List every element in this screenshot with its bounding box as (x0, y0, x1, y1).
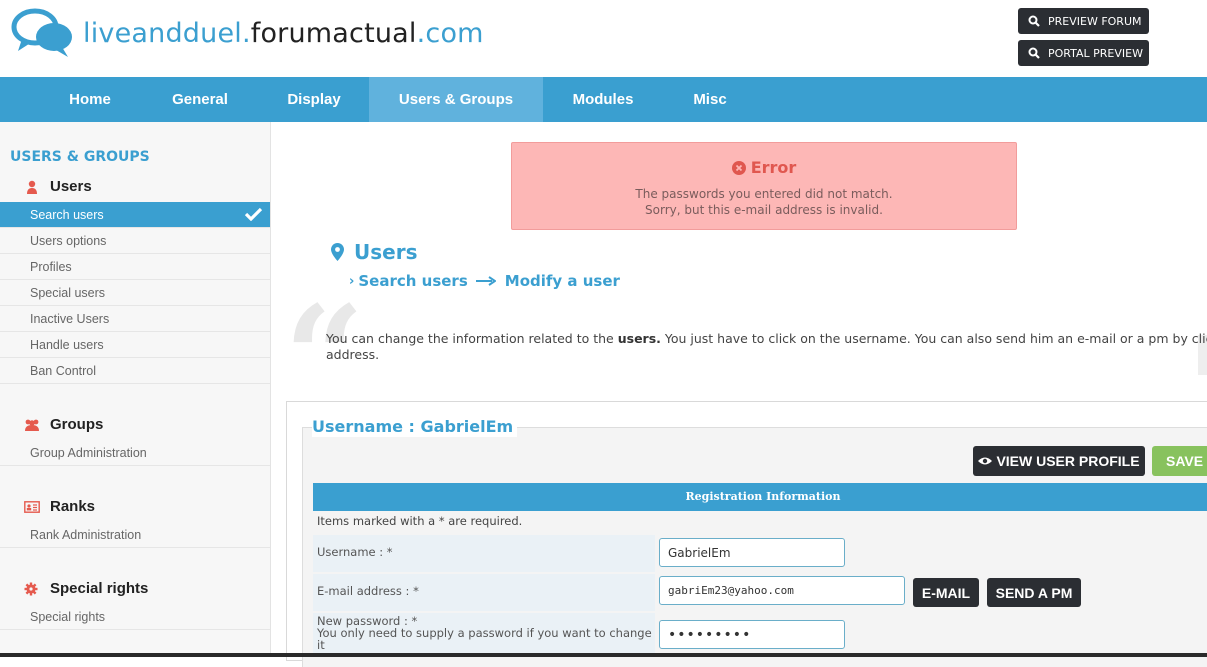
sidebar-heading-special-rights: Special rights (24, 580, 148, 597)
page-description: You can change the information related t… (326, 331, 1207, 363)
password-label-cell: New password : * You only need to supply… (313, 613, 655, 657)
site-logo-text[interactable]: liveandduel.forumactual.com (83, 18, 484, 49)
users-icon (25, 419, 39, 431)
portal-preview-button[interactable]: PORTAL PREVIEW (1018, 40, 1149, 66)
error-message: Sorry, but this e-mail address is invali… (645, 203, 883, 217)
logo-part-tld: .com (416, 18, 484, 49)
sidebar-item-special-users[interactable]: Special users (0, 280, 270, 306)
sidebar-item-handle-users[interactable]: Handle users (0, 332, 270, 358)
nav-tab-display[interactable]: Display (274, 77, 354, 122)
sidebar-title: USERS & GROUPS (10, 149, 150, 165)
sidebar: USERS & GROUPS Users Search users Users … (0, 122, 271, 657)
eye-icon (978, 457, 993, 465)
password-hint: You only need to supply a password if yo… (317, 626, 652, 652)
view-user-profile-label: VIEW USER PROFILE (996, 453, 1140, 469)
sidebar-item-ban-control[interactable]: Ban Control (0, 358, 270, 384)
sidebar-item-profiles[interactable]: Profiles (0, 254, 270, 280)
email-label: E-mail address : * (313, 574, 655, 611)
main-nav: Home General Display Users & Groups Modu… (0, 77, 1207, 122)
sidebar-item-label: Search users (30, 208, 104, 222)
logo-part-subdomain: liveandduel. (83, 18, 251, 49)
error-title-label: Error (750, 158, 797, 177)
error-alert: Error The passwords you entered did not … (511, 142, 1017, 230)
error-circle-icon (731, 160, 746, 175)
header: liveandduel.forumactual.com PREVIEW FORU… (0, 0, 1207, 77)
required-note: Items marked with a * are required. (317, 514, 523, 528)
id-card-icon (24, 500, 40, 513)
sidebar-heading-users: Users (24, 178, 92, 195)
nav-tab-home[interactable]: Home (50, 77, 130, 122)
search-icon (1028, 47, 1040, 59)
map-marker-icon (331, 243, 344, 261)
description-text: You just have to click on the username. … (664, 331, 1207, 346)
error-title: Error (512, 158, 1016, 177)
sidebar-item-users-options[interactable]: Users options (0, 228, 270, 254)
sidebar-item-rank-administration[interactable]: Rank Administration (0, 522, 270, 548)
sidebar-heading-label: Users (50, 178, 92, 195)
sidebar-heading-label: Groups (50, 416, 104, 433)
fieldset-legend: Username : GabrielEm (312, 417, 518, 437)
description-text: You can change the information related t… (326, 331, 618, 346)
checkmark-icon (245, 207, 262, 221)
description-bold: users. (617, 331, 661, 346)
username-label: Username : * (313, 535, 655, 572)
breadcrumb: › Search users Modify a user (349, 272, 628, 290)
breadcrumb-modify-user: Modify a user (504, 272, 620, 290)
sidebar-heading-label: Ranks (50, 498, 96, 515)
portal-preview-label: PORTAL PREVIEW (1048, 46, 1143, 60)
error-message: The passwords you entered did not match. (635, 187, 893, 201)
nav-tab-users-groups[interactable]: Users & Groups (369, 77, 543, 122)
registration-info-header: Registration Information (313, 483, 1207, 511)
arrow-right-icon (475, 276, 496, 286)
sidebar-item-group-administration[interactable]: Group Administration (0, 440, 270, 466)
logo-part-domain: forumactual (250, 18, 417, 49)
sidebar-item-search-users[interactable]: Search users (0, 202, 270, 228)
email-button[interactable]: E-MAIL (913, 578, 979, 607)
os-taskbar (0, 653, 1207, 657)
sidebar-item-special-rights[interactable]: Special rights (0, 604, 270, 630)
email-input[interactable]: gabriEm23@yahoo.com (659, 576, 905, 605)
nav-tab-misc[interactable]: Misc (680, 77, 740, 122)
preview-forum-button[interactable]: PREVIEW FORUM (1018, 8, 1149, 34)
sidebar-heading-label: Special rights (50, 580, 149, 597)
search-icon (1028, 15, 1040, 27)
nav-tab-modules[interactable]: Modules (563, 77, 643, 122)
password-input[interactable]: ••••••••• (659, 620, 845, 649)
save-button[interactable]: SAVE (1152, 446, 1207, 476)
gear-icon (24, 582, 38, 595)
chat-bubbles-logo-icon (11, 8, 72, 57)
preview-forum-label: PREVIEW FORUM (1048, 14, 1142, 28)
sidebar-heading-groups: Groups (24, 416, 103, 433)
page-title: Users (331, 240, 417, 264)
sidebar-item-inactive-users[interactable]: Inactive Users (0, 306, 270, 332)
username-input[interactable]: GabrielEm (659, 538, 845, 567)
breadcrumb-search-users[interactable]: Search users (358, 272, 467, 290)
send-pm-button[interactable]: SEND A PM (987, 578, 1081, 607)
description-text: address. (326, 347, 380, 362)
user-icon (27, 180, 37, 194)
view-user-profile-button[interactable]: VIEW USER PROFILE (973, 446, 1145, 476)
sidebar-heading-ranks: Ranks (24, 498, 95, 515)
nav-tab-general[interactable]: General (160, 77, 240, 122)
page-title-label: Users (354, 240, 418, 264)
